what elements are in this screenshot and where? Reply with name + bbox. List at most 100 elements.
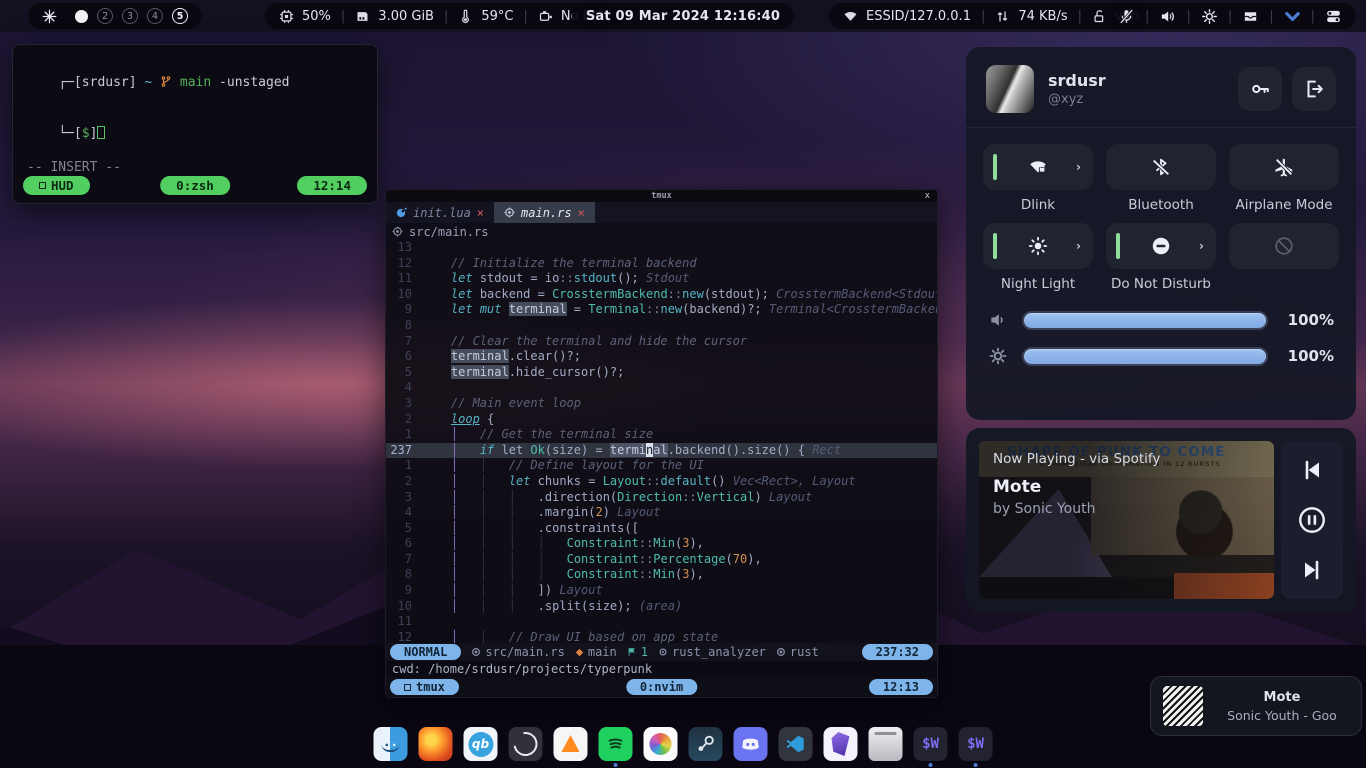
dock-item-vscode[interactable] — [779, 727, 813, 767]
dock-item-qbittorrent[interactable]: qb — [464, 727, 498, 767]
line-number: 6 — [386, 349, 422, 365]
volume-icon — [988, 310, 1008, 330]
toggle-label: Bluetooth — [1128, 197, 1194, 213]
key-icon — [1249, 78, 1271, 100]
code-line: 9 │ │ │ ]) Layout — [386, 583, 937, 599]
qbittorrent-icon: qb — [464, 727, 498, 761]
toggles-panel-icon[interactable] — [1317, 3, 1350, 29]
dock-item-obs[interactable] — [509, 727, 543, 767]
line-number: 11 — [386, 614, 422, 630]
dock-icon-text: $W — [922, 736, 939, 752]
previous-track-button[interactable] — [1297, 455, 1327, 485]
logout-button[interactable] — [1292, 67, 1336, 111]
tab-init-lua[interactable]: init.lua × — [386, 202, 494, 223]
brightness-slider[interactable] — [1022, 347, 1268, 366]
dock-item-file-manager[interactable] — [374, 727, 408, 767]
volume-slider[interactable] — [1022, 311, 1268, 330]
toggle-do-not-disturb[interactable]: › — [1106, 223, 1216, 269]
chevron-right-icon[interactable]: › — [1076, 239, 1081, 253]
user-header: srdusr @xyz — [966, 47, 1356, 127]
rust-icon — [776, 647, 786, 657]
workspace-2[interactable]: 2 — [97, 8, 113, 24]
active-indicator — [993, 233, 997, 259]
tab-close-icon[interactable]: × — [477, 206, 484, 220]
tray-inbox-icon[interactable] — [1234, 3, 1267, 29]
square-icon — [404, 684, 411, 691]
user-name: srdusr — [1048, 71, 1106, 90]
workspace-1[interactable] — [75, 10, 88, 23]
dock-item-vlc[interactable] — [554, 727, 588, 767]
display-settings-icon[interactable] — [1193, 3, 1226, 29]
sun-icon — [1027, 235, 1049, 257]
code-editor-area[interactable]: 1312 // Initialize the terminal backend1… — [386, 240, 937, 643]
toggle-bluetooth[interactable] — [1106, 144, 1216, 190]
workspace-5[interactable]: 5 — [172, 8, 188, 24]
tmux-session-pill[interactable]: tmux — [390, 679, 459, 695]
clock[interactable]: Sat 09 Mar 2024 12:16:40 — [572, 3, 794, 29]
album-art[interactable]: SHAPE OF PUNK TO COME A CHIMERICAL BOMBI… — [979, 441, 1274, 599]
line-text: │ │ // Draw UI based on app state — [422, 630, 718, 643]
code-line: 5 │ │ │ .constraints([ — [386, 521, 937, 537]
line-text: │ │ │ .constraints([ — [422, 521, 639, 537]
tmux-window-pill[interactable]: 0:nvim — [626, 679, 697, 695]
line-text: terminal.hide_cursor()?; — [422, 365, 624, 381]
distro-logo-icon[interactable] — [42, 9, 57, 24]
next-track-button[interactable] — [1297, 555, 1327, 585]
hud-terminal-window[interactable]: ┌─[srdusr] ~ main -unstaged └─[$] -- INS… — [12, 44, 378, 204]
hud-session-pill[interactable]: HUD — [23, 176, 90, 195]
code-line: 7 // Clear the terminal and hide the cur… — [386, 334, 937, 350]
dock-item-photos[interactable] — [644, 727, 678, 767]
previous-icon — [1300, 458, 1324, 482]
dock-item-wallet-1[interactable]: $W — [914, 727, 948, 767]
thermometer-icon — [458, 9, 473, 24]
sliders-section: 100% 100% — [966, 300, 1356, 366]
toggle-night-light[interactable]: › — [983, 223, 1093, 269]
window-decoration-bar: tmux x — [386, 190, 937, 202]
code-line: 5 terminal.hide_cursor()?; — [386, 365, 937, 381]
code-line: 6 terminal.clear()?; — [386, 349, 937, 365]
line-text: │ │ │ .margin(2) Layout — [422, 505, 661, 521]
tab-close-icon[interactable]: × — [578, 206, 585, 220]
chevron-right-icon[interactable]: › — [1199, 239, 1204, 253]
rust-icon — [504, 207, 515, 218]
code-line: 3 // Main event loop — [386, 396, 937, 412]
tab-main-rs[interactable]: main.rs × — [494, 202, 595, 223]
lock-keys-button[interactable] — [1238, 67, 1282, 111]
cpu-usage: 50% — [302, 9, 331, 24]
window-close-button[interactable]: x — [925, 191, 937, 201]
code-line: 11 — [386, 614, 937, 630]
toggle-disabled[interactable] — [1229, 223, 1339, 269]
pause-button[interactable] — [1297, 505, 1327, 535]
speaker-icon[interactable] — [1151, 3, 1184, 29]
line-text: │ │ │ ]) Layout — [422, 583, 603, 599]
chevron-right-icon[interactable]: › — [1076, 160, 1081, 174]
dock-item-wallet-2[interactable]: $W — [959, 727, 993, 767]
line-number: 6 — [386, 536, 422, 552]
terminal-cursor — [97, 126, 105, 139]
dock-item-steam[interactable] — [689, 727, 723, 767]
workspaces-island: 2345 — [28, 3, 202, 29]
line-text: │ │ │ .direction(Direction::Vertical) La… — [422, 490, 812, 506]
workspace-4[interactable]: 4 — [147, 8, 163, 24]
hud-window-pill[interactable]: 0:zsh — [160, 176, 230, 195]
toggle-dlink[interactable]: › — [983, 144, 1093, 190]
spotify-icon — [599, 727, 633, 761]
dock-item-firefox[interactable] — [419, 727, 453, 767]
control-center-panel: srdusr @xyz ›DlinkBluetoothAirplane Mode… — [966, 47, 1356, 420]
dock-icon-text: $W — [967, 736, 984, 752]
square-icon — [39, 182, 46, 189]
dock-item-spotify[interactable] — [599, 727, 633, 767]
toggle-airplane-mode[interactable] — [1229, 144, 1339, 190]
dock-item-discord[interactable] — [734, 727, 768, 767]
microphone-muted-icon[interactable] — [1110, 3, 1143, 29]
tmux-editor-window[interactable]: tmux x init.lua × main.rs × src/main.rs … — [385, 189, 938, 698]
notification-toast[interactable]: Mote Sonic Youth - Goo — [1150, 676, 1362, 736]
firefox-icon — [419, 727, 453, 761]
chevron-down-icon[interactable] — [1276, 3, 1309, 29]
dock-item-obsidian[interactable] — [824, 727, 858, 767]
line-text: loop { — [422, 412, 494, 428]
git-diamond-icon — [575, 648, 584, 657]
dock-item-trash[interactable] — [869, 727, 903, 767]
code-line: 6 │ │ │ │ Constraint::Min(3), — [386, 536, 937, 552]
workspace-3[interactable]: 3 — [122, 8, 138, 24]
